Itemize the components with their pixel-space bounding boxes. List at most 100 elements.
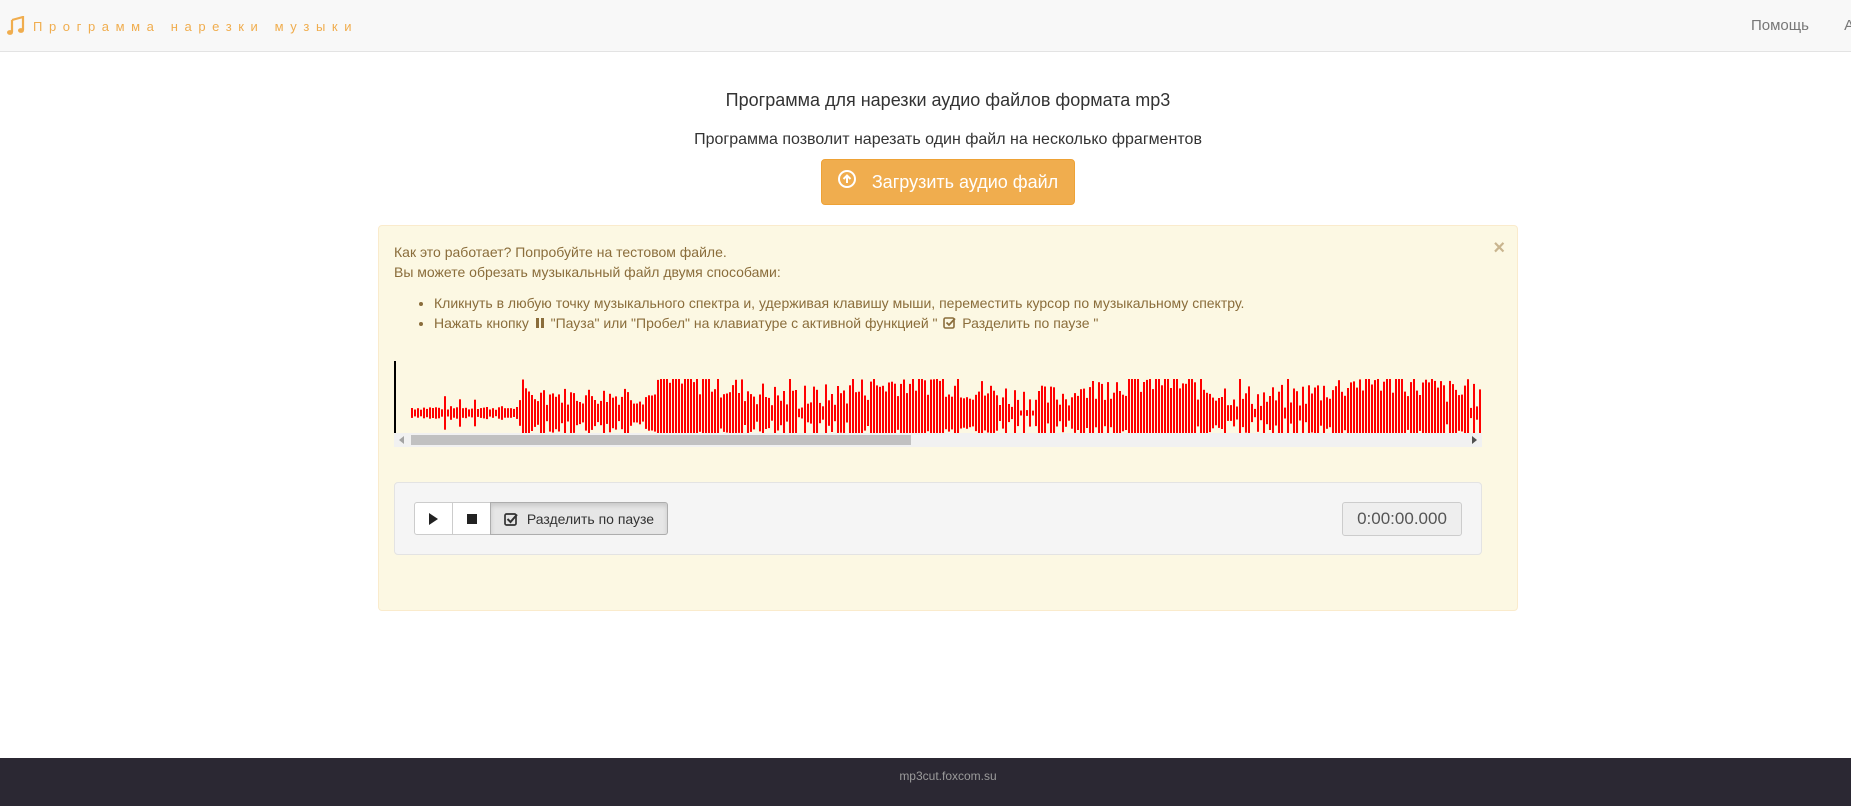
waveform-bar: [537, 401, 539, 425]
navbar: Программа нарезки музыки Помощь Ар: [0, 0, 1851, 52]
waveform-bar: [558, 394, 560, 432]
waveform-bar: [828, 400, 830, 426]
waveform-bar: [525, 388, 527, 433]
waveform-bar: [1401, 379, 1403, 433]
waveform-bar: [411, 408, 413, 418]
waveform[interactable]: [394, 361, 1482, 451]
waveform-bar: [477, 409, 479, 417]
waveform-bar: [1185, 383, 1187, 433]
waveform-bar: [549, 394, 551, 432]
waveform-bar: [723, 394, 725, 432]
waveform-bar: [837, 386, 839, 433]
waveform-bar: [1410, 382, 1412, 433]
waveform-bar: [1188, 379, 1190, 433]
help-item-1: Кликнуть в любую точку музыкального спек…: [434, 293, 1244, 313]
waveform-bar: [621, 396, 623, 430]
waveform-bar: [699, 394, 701, 432]
waveform-bar: [915, 390, 917, 433]
waveform-bar: [705, 379, 707, 433]
split-by-pause-toggle[interactable]: Разделить по паузе: [490, 502, 668, 535]
waveform-bar: [765, 397, 767, 429]
waveform-bar: [429, 407, 431, 419]
waveform-bar: [1383, 381, 1385, 433]
waveform-bar: [1131, 379, 1133, 433]
waveform-bar: [672, 379, 674, 433]
nav-link-ar[interactable]: Ар: [1844, 17, 1851, 34]
waveform-bar: [924, 380, 926, 433]
waveform-bar: [798, 408, 800, 418]
close-icon[interactable]: ×: [1493, 237, 1505, 260]
waveform-bar: [1446, 401, 1448, 425]
waveform-bar: [1254, 408, 1256, 418]
waveform-bar: [1275, 400, 1277, 426]
waveform-bar: [501, 406, 503, 420]
waveform-bar: [1407, 396, 1409, 430]
page-subtitle: Программа позволит нарезать один файл на…: [694, 131, 1202, 148]
waveform-bar: [957, 379, 959, 433]
waveform-bar: [1056, 399, 1058, 427]
waveform-bar: [1290, 402, 1292, 424]
waveform-bar: [1470, 407, 1472, 419]
waveform-bar: [1170, 388, 1172, 433]
waveform-bar: [984, 395, 986, 431]
nav-link-help[interactable]: Помощь: [1751, 17, 1809, 34]
waveform-bar: [1428, 382, 1430, 433]
waveform-bar: [1083, 388, 1085, 433]
waveform-bar: [585, 395, 587, 431]
waveform-bar: [1128, 379, 1130, 433]
waveform-bar: [747, 391, 749, 433]
waveform-bar: [795, 390, 797, 433]
waveform-bar: [1380, 390, 1382, 433]
waveform-bar: [891, 381, 893, 433]
waveform-bar: [999, 405, 1001, 421]
waveform-bar: [1035, 399, 1037, 427]
play-icon: [429, 512, 438, 525]
waveform-bar: [1119, 391, 1121, 433]
waveform-bar: [1020, 410, 1022, 416]
waveform-bar: [1335, 386, 1337, 433]
waveform-bar: [1161, 385, 1163, 433]
waveform-bar: [1134, 379, 1136, 433]
waveform-bar: [753, 396, 755, 430]
play-button[interactable]: [414, 502, 453, 535]
waveform-bar: [783, 391, 785, 433]
waveform-bar: [642, 404, 644, 422]
waveform-bar: [1116, 382, 1118, 433]
waveform-bar: [1062, 393, 1064, 433]
waveform-bar: [480, 408, 482, 418]
waveform-bar: [1137, 379, 1139, 433]
scroll-left-icon[interactable]: [399, 436, 404, 444]
waveform-scrollbar[interactable]: [394, 433, 1482, 447]
waveform-bar: [1122, 394, 1124, 432]
waveform-bar: [756, 404, 758, 422]
footer-site[interactable]: mp3cut.foxcom.su: [0, 769, 1851, 783]
scroll-thumb[interactable]: [411, 435, 911, 445]
waveform-bar: [1317, 385, 1319, 433]
waveform-bar: [684, 379, 686, 433]
waveform-bar: [462, 408, 464, 418]
waveform-bar: [1146, 379, 1148, 433]
brand[interactable]: Программа нарезки музыки: [7, 14, 358, 38]
waveform-bar: [1296, 391, 1298, 433]
waveform-bar: [867, 399, 869, 426]
waveform-bar: [927, 394, 929, 432]
waveform-bar: [1089, 387, 1091, 433]
waveform-bar: [864, 395, 866, 431]
waveform-bar: [1032, 410, 1034, 416]
waveform-bar: [1362, 390, 1364, 433]
upload-audio-button[interactable]: Загрузить аудио файл: [821, 159, 1075, 205]
scroll-right-icon[interactable]: [1472, 436, 1477, 444]
waveform-bar: [876, 385, 878, 433]
waveform-bar: [990, 385, 992, 433]
waveform-bar: [1272, 387, 1274, 433]
waveform-bar: [1479, 389, 1481, 433]
waveform-canvas[interactable]: [394, 361, 1482, 433]
waveform-bar: [1173, 379, 1175, 433]
waveform-bar: [1014, 390, 1016, 433]
waveform-bar: [1212, 397, 1214, 429]
waveform-bar: [834, 404, 836, 422]
stop-button[interactable]: [452, 502, 491, 535]
waveform-bar: [888, 382, 890, 433]
waveform-bar: [1440, 381, 1442, 433]
waveform-bar: [939, 380, 941, 433]
